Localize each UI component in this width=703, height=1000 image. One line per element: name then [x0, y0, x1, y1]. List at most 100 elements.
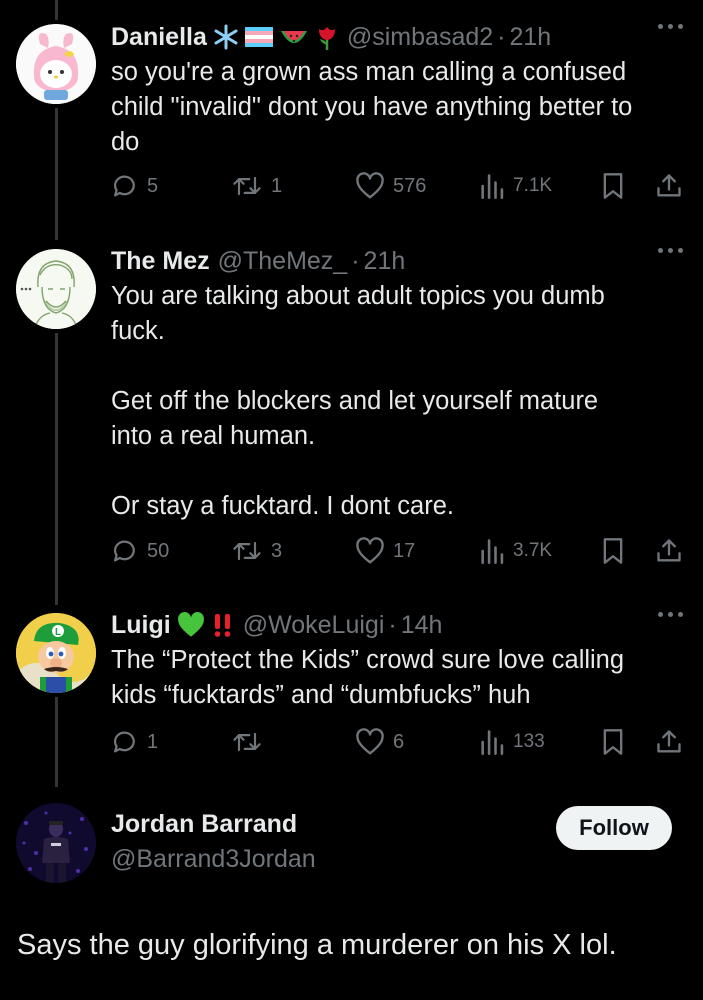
like-count: 6: [393, 730, 405, 753]
tweet-text: so you're a grown ass man calling a conf…: [111, 55, 683, 160]
repost-icon: [233, 732, 261, 752]
repost-count: 3: [271, 539, 283, 562]
views-count: 133: [513, 731, 545, 752]
display-name[interactable]: Luigi: [111, 611, 171, 640]
tweet[interactable]: The Mez @TheMez_ · 21h You are talking a…: [0, 240, 703, 590]
reply-icon: [113, 731, 135, 753]
views-count: 3.7K: [513, 540, 553, 561]
trans-flag-emoji: [244, 27, 273, 47]
reply-count: 1: [147, 730, 159, 753]
heart-icon: [356, 172, 384, 199]
share-icon: [657, 539, 681, 562]
tweet-header: The Mez @TheMez_ · 21h: [111, 244, 683, 278]
share-button[interactable]: [655, 533, 683, 569]
tweet-blank-line: [111, 454, 683, 489]
reply-count: 50: [147, 539, 170, 562]
tweet-blank-line: [111, 349, 683, 384]
like-count: 17: [393, 539, 416, 562]
svg-text:L: L: [55, 627, 61, 638]
more-options-icon[interactable]: [658, 24, 683, 29]
tweet-line: do: [111, 128, 140, 156]
display-name[interactable]: Jordan Barrand: [111, 810, 297, 839]
timestamp[interactable]: 21h: [509, 23, 551, 52]
bookmark-button[interactable]: [601, 168, 625, 204]
tweet-line: kids “fucktards” and “dumbfucks” huh: [111, 681, 531, 709]
timestamp[interactable]: 14h: [401, 611, 443, 640]
like-count: 576: [393, 174, 427, 197]
display-name[interactable]: Daniella: [111, 23, 207, 52]
bookmark-icon: [603, 729, 623, 755]
views-button[interactable]: 133: [479, 724, 545, 760]
tweet-header: Luigi @WokeLuigi · 14h: [111, 608, 683, 642]
tweet[interactable]: Daniella @simbasad2 · 21h so you're a gr…: [0, 0, 703, 230]
like-button[interactable]: 17: [355, 533, 415, 569]
snowflake-emoji: [213, 24, 239, 50]
user-handle[interactable]: @Barrand3Jordan: [111, 845, 316, 874]
views-icon: [481, 730, 504, 755]
reply-button[interactable]: 5: [111, 168, 158, 204]
repost-icon: [233, 176, 261, 196]
rose-emoji: [315, 23, 339, 51]
share-icon: [657, 730, 681, 753]
user-handle[interactable]: @simbasad2: [347, 23, 493, 52]
repost-count: 1: [271, 174, 283, 197]
user-handle[interactable]: @TheMez_: [218, 247, 348, 276]
heart-icon: [356, 537, 384, 564]
tweet-line: Or stay a fucktard. I dont care.: [111, 492, 454, 520]
timestamp[interactable]: 21h: [364, 247, 406, 276]
separator-dot: ·: [497, 22, 506, 51]
share-button[interactable]: [655, 168, 683, 204]
repost-button[interactable]: [231, 724, 271, 760]
repost-button[interactable]: 1: [231, 168, 282, 204]
avatar[interactable]: [16, 24, 96, 104]
repost-button[interactable]: 3: [231, 533, 282, 569]
tweet-line: fuck.: [111, 317, 165, 345]
reply-icon: [113, 540, 135, 562]
more-options-icon[interactable]: [658, 612, 683, 617]
tweet-text: The “Protect the Kids” crowd sure love c…: [111, 643, 683, 713]
tweet-line: You are talking about adult topics you d…: [111, 282, 605, 310]
tweet-text: You are talking about adult topics you d…: [111, 279, 683, 524]
reply-count: 5: [147, 174, 159, 197]
tweet-header: Daniella @simbasad2 · 21h: [111, 20, 683, 54]
tweet-line: so you're a grown ass man calling a conf…: [111, 58, 627, 86]
tweet-line: child "invalid" dont you have anything b…: [111, 93, 633, 121]
user-handle[interactable]: @WokeLuigi: [243, 611, 385, 640]
watermelon-emoji: [279, 25, 309, 49]
repost-icon: [233, 541, 261, 561]
green-heart-emoji: [177, 612, 205, 638]
heart-icon: [356, 728, 384, 755]
avatar[interactable]: L: [16, 613, 96, 693]
avatar[interactable]: [16, 249, 96, 329]
reply-button[interactable]: 50: [111, 533, 169, 569]
tweet-actions: 50 3 17 3.7K: [111, 533, 686, 569]
tweet[interactable]: L Luigi @WokeLuigi · 14h The “Protect th…: [0, 600, 703, 780]
follow-button[interactable]: Follow: [556, 806, 672, 850]
tweet-actions: 5 1 576 7.1K: [111, 168, 686, 204]
reply-icon: [113, 175, 135, 197]
separator-dot: ·: [388, 610, 397, 639]
bookmark-icon: [603, 173, 623, 199]
bookmark-icon: [603, 538, 623, 564]
share-button[interactable]: [655, 724, 683, 760]
display-name[interactable]: The Mez: [111, 247, 210, 276]
tweet-line: into a real human.: [111, 422, 316, 450]
more-options-icon[interactable]: [658, 248, 683, 253]
separator-dot: ·: [351, 246, 360, 275]
share-icon: [657, 174, 681, 197]
bookmark-button[interactable]: [601, 724, 625, 760]
views-icon: [481, 174, 504, 199]
tweet-actions: 1 6 133: [111, 724, 686, 760]
views-icon: [481, 539, 504, 564]
avatar[interactable]: [16, 803, 96, 883]
tweet-line: The “Protect the Kids” crowd sure love c…: [111, 646, 625, 674]
like-button[interactable]: 6: [355, 724, 404, 760]
reply-button[interactable]: 1: [111, 724, 158, 760]
double-exclamation-emoji: [211, 612, 235, 638]
like-button[interactable]: 576: [355, 168, 426, 204]
views-count: 7.1K: [513, 175, 553, 196]
views-button[interactable]: 3.7K: [479, 533, 552, 569]
tweet-line: Get off the blockers and let yourself ma…: [111, 387, 599, 415]
views-button[interactable]: 7.1K: [479, 168, 552, 204]
bookmark-button[interactable]: [601, 533, 625, 569]
